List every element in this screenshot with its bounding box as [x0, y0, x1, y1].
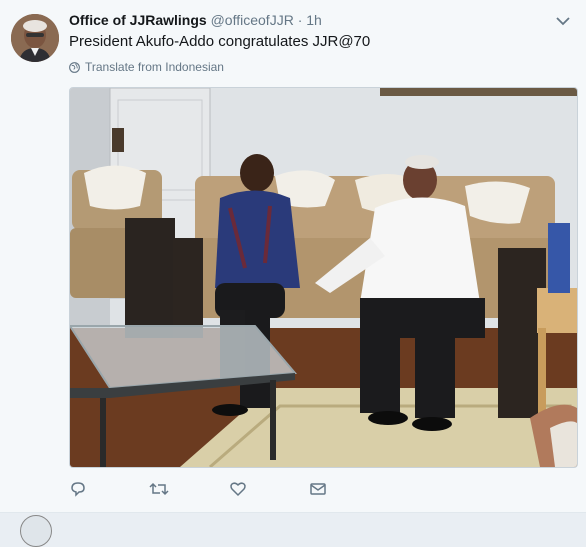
retweet-button[interactable]	[149, 479, 229, 499]
author-handle[interactable]: @officeofJJR	[211, 12, 294, 28]
author-avatar[interactable]	[11, 14, 59, 62]
tweet-actions	[69, 479, 389, 499]
avatar-photo	[11, 14, 59, 62]
heart-icon	[230, 482, 246, 497]
like-button[interactable]	[229, 479, 309, 499]
tweet-card[interactable]: Office of JJRawlings @officeofJJR · 1h P…	[0, 0, 586, 513]
tweet-timestamp[interactable]: 1h	[306, 12, 322, 28]
envelope-icon	[310, 483, 326, 495]
direct-message-button[interactable]	[309, 479, 389, 499]
next-tweet-avatar[interactable]	[20, 515, 52, 547]
reply-button[interactable]	[69, 479, 149, 499]
tweet-text: President Akufo-Addo congratulates JJR@7…	[69, 33, 371, 50]
tweet-menu-button[interactable]	[554, 12, 572, 30]
photo-image	[70, 88, 577, 467]
translate-link[interactable]: Translate from Indonesian	[69, 60, 224, 74]
translate-label: Translate from Indonesian	[85, 60, 224, 74]
tweet-header: Office of JJRawlings @officeofJJR · 1h	[69, 12, 322, 28]
tweet-photo[interactable]	[69, 87, 578, 468]
reply-icon	[71, 482, 85, 497]
author-name[interactable]: Office of JJRawlings	[69, 12, 207, 28]
globe-icon	[69, 61, 80, 73]
header-separator: ·	[297, 12, 303, 28]
chevron-down-icon	[556, 17, 570, 26]
retweet-icon	[149, 482, 169, 496]
